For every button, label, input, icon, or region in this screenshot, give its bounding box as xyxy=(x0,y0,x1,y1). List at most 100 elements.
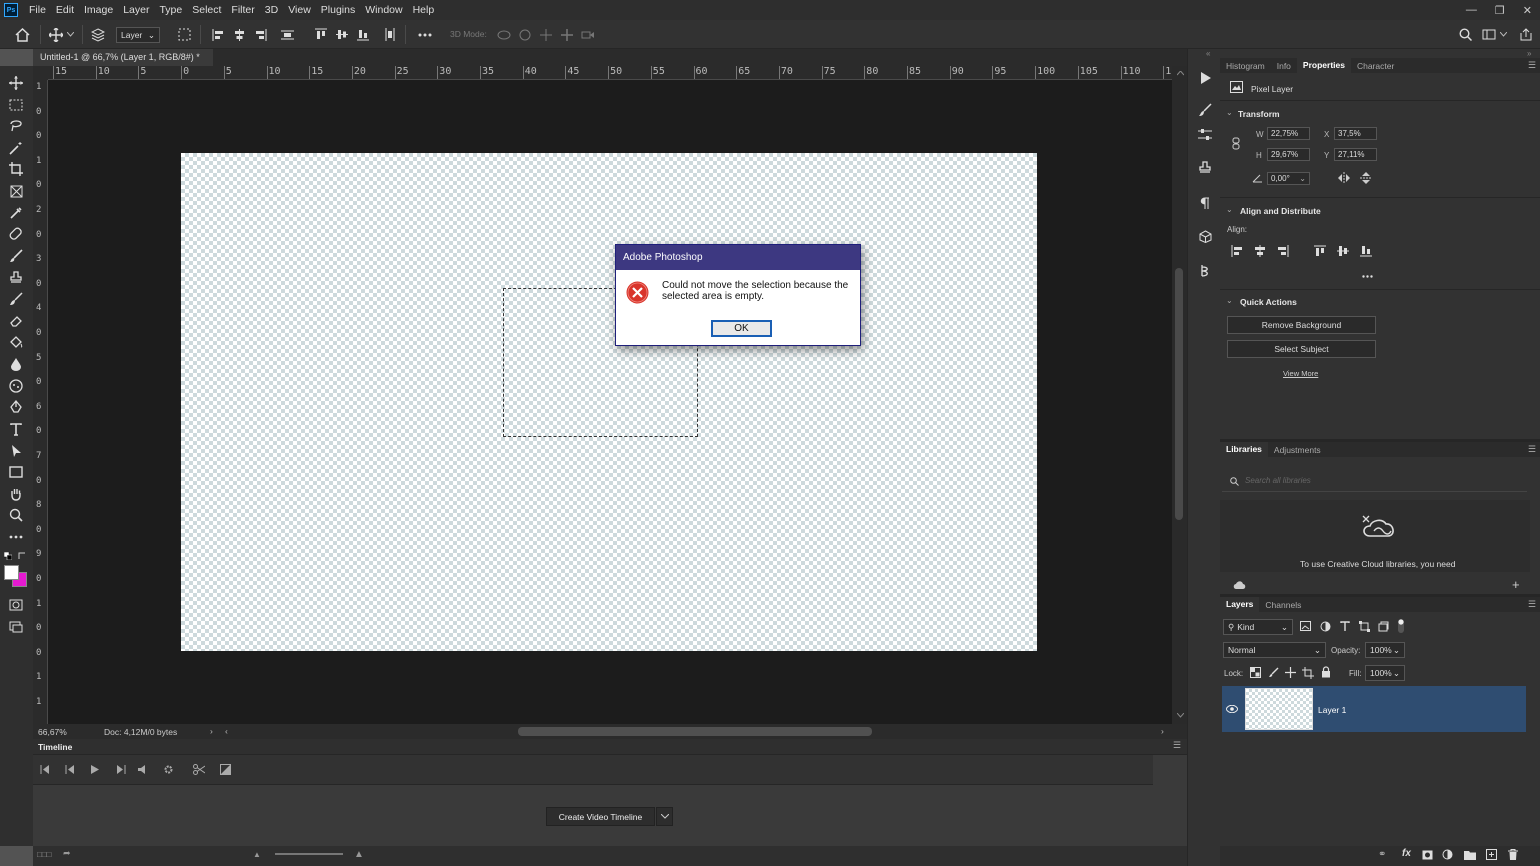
path-selection-icon[interactable] xyxy=(7,442,25,460)
align-bottom-edges-icon[interactable] xyxy=(1360,245,1372,257)
brush-settings-icon[interactable] xyxy=(1196,101,1214,119)
paragraph-icon[interactable] xyxy=(1196,194,1214,212)
transition-icon[interactable] xyxy=(220,764,231,775)
align-middle-icon[interactable] xyxy=(333,26,351,43)
tab-properties[interactable]: Properties xyxy=(1296,58,1351,73)
angle-field[interactable]: 0,00° ⌄ xyxy=(1267,172,1310,185)
align-horizontal-centers-icon[interactable] xyxy=(1254,245,1266,257)
hand-tool-icon[interactable] xyxy=(7,485,25,503)
magic-wand-icon[interactable] xyxy=(7,139,25,157)
panel-menu-icon[interactable]: ☰ xyxy=(1528,60,1536,71)
layer-name[interactable]: Layer 1 xyxy=(1318,705,1346,715)
library-search[interactable]: Search all libraries xyxy=(1222,470,1527,492)
close-icon[interactable]: ✕ xyxy=(1523,4,1532,17)
split-scissors-icon[interactable] xyxy=(193,764,205,775)
filter-pixel-icon[interactable] xyxy=(1300,621,1312,632)
lasso-tool-icon[interactable] xyxy=(7,117,25,135)
collapse-icon[interactable]: « xyxy=(1206,49,1210,58)
default-colors-icon[interactable] xyxy=(4,552,12,560)
tab-libraries[interactable]: Libraries xyxy=(1220,442,1268,457)
clone-source-icon[interactable] xyxy=(1196,159,1214,177)
foreground-color-swatch[interactable] xyxy=(4,565,19,580)
crop-tool-icon[interactable] xyxy=(7,160,25,178)
new-layer-icon[interactable] xyxy=(1486,849,1497,860)
library-search-input[interactable]: Search all libraries xyxy=(1245,476,1311,485)
menu-filter[interactable]: Filter xyxy=(226,0,259,20)
filter-type-icon[interactable] xyxy=(1340,621,1350,632)
menu-image[interactable]: Image xyxy=(79,0,118,20)
rectangle-tool-icon[interactable] xyxy=(7,463,25,481)
link-layers-icon[interactable]: ⚭ xyxy=(1378,849,1386,860)
tab-character[interactable]: Character xyxy=(1351,61,1400,71)
horizontal-scroll-thumb[interactable] xyxy=(518,727,872,736)
align-right-icon[interactable] xyxy=(251,26,269,43)
glyphs-icon[interactable] xyxy=(1196,261,1214,279)
document-tab[interactable]: Untitled-1 @ 66,7% (Layer 1, RGB/8#) * ✕ xyxy=(33,49,213,79)
create-video-timeline-button[interactable]: Create Video Timeline xyxy=(546,807,655,826)
workspace-icon[interactable] xyxy=(1480,26,1498,43)
menu-3d[interactable]: 3D xyxy=(260,0,283,20)
tab-histogram[interactable]: Histogram xyxy=(1220,61,1271,71)
lock-pixels-icon[interactable] xyxy=(1268,667,1279,678)
menu-view[interactable]: View xyxy=(283,0,316,20)
menu-help[interactable]: Help xyxy=(408,0,440,20)
filter-adjustment-icon[interactable] xyxy=(1320,621,1331,632)
lock-all-icon[interactable] xyxy=(1321,666,1331,678)
home-icon[interactable] xyxy=(13,26,31,43)
first-frame-icon[interactable] xyxy=(40,765,50,774)
height-field[interactable]: 29,67% xyxy=(1267,148,1310,161)
status-menu-arrow-icon[interactable]: › xyxy=(210,726,213,736)
view-more-link[interactable]: View More xyxy=(1283,369,1318,378)
menu-select[interactable]: Select xyxy=(187,0,226,20)
3d-pan-icon[interactable] xyxy=(537,26,555,43)
3d-orbit-icon[interactable] xyxy=(495,26,513,43)
align-bottom-icon[interactable] xyxy=(354,26,372,43)
delete-layer-icon[interactable] xyxy=(1508,849,1518,860)
tab-info[interactable]: Info xyxy=(1271,61,1297,71)
edit-toolbar-icon[interactable] xyxy=(7,528,25,546)
scroll-down-icon[interactable] xyxy=(1177,713,1184,718)
select-subject-button[interactable]: Select Subject xyxy=(1227,340,1376,358)
ok-button[interactable]: OK xyxy=(711,320,772,337)
flip-vertical-icon[interactable] xyxy=(1360,171,1372,185)
menu-type[interactable]: Type xyxy=(154,0,187,20)
scroll-left-icon[interactable]: ‹ xyxy=(225,726,228,736)
align-vertical-centers-icon[interactable] xyxy=(1337,245,1349,257)
distribute-icon[interactable] xyxy=(278,26,296,43)
transform-section-title[interactable]: Transform xyxy=(1238,109,1280,119)
add-mask-icon[interactable] xyxy=(1422,850,1433,860)
auto-select-icon[interactable] xyxy=(89,26,107,43)
sponge-tool-icon[interactable] xyxy=(7,377,25,395)
quick-actions-chevron-icon[interactable]: ⌄ xyxy=(1226,296,1233,305)
paint-bucket-icon[interactable] xyxy=(7,333,25,351)
dialog-title-bar[interactable]: Adobe Photoshop xyxy=(616,245,860,270)
remove-background-button[interactable]: Remove Background xyxy=(1227,316,1376,334)
blend-mode-dropdown[interactable]: Normal ⌄ xyxy=(1223,642,1326,658)
tab-layers[interactable]: Layers xyxy=(1220,597,1260,612)
type-tool-icon[interactable] xyxy=(7,420,25,438)
scroll-right-icon[interactable]: › xyxy=(1161,726,1164,736)
marquee-tool-icon[interactable] xyxy=(7,96,25,114)
fill-field[interactable]: 100% ⌄ xyxy=(1365,665,1405,681)
menu-window[interactable]: Window xyxy=(360,0,407,20)
width-field[interactable]: 22,75% xyxy=(1267,127,1310,140)
brush-tool-icon[interactable] xyxy=(7,247,25,265)
share-icon[interactable] xyxy=(1517,26,1535,43)
3d-cube-icon[interactable] xyxy=(1196,227,1214,245)
clone-stamp-icon[interactable] xyxy=(7,269,25,287)
scroll-up-icon[interactable] xyxy=(1177,71,1184,76)
collapse-panels-icon[interactable]: » xyxy=(1527,49,1531,58)
history-brush-icon[interactable] xyxy=(7,290,25,308)
zoom-out-timeline-icon[interactable]: ▲ xyxy=(253,850,261,859)
vertical-scroll-thumb[interactable] xyxy=(1175,268,1183,520)
frame-tool-icon[interactable] xyxy=(7,182,25,200)
quick-mask-icon[interactable] xyxy=(7,596,25,614)
pen-tool-icon[interactable] xyxy=(7,398,25,416)
audio-icon[interactable] xyxy=(138,765,147,774)
align-top-edges-icon[interactable] xyxy=(1314,245,1326,257)
tab-channels[interactable]: Channels xyxy=(1259,600,1307,610)
filter-shape-icon[interactable] xyxy=(1359,621,1370,632)
align-center-icon[interactable] xyxy=(230,26,248,43)
menu-edit[interactable]: Edit xyxy=(51,0,79,20)
visibility-eye-icon[interactable] xyxy=(1226,705,1238,713)
